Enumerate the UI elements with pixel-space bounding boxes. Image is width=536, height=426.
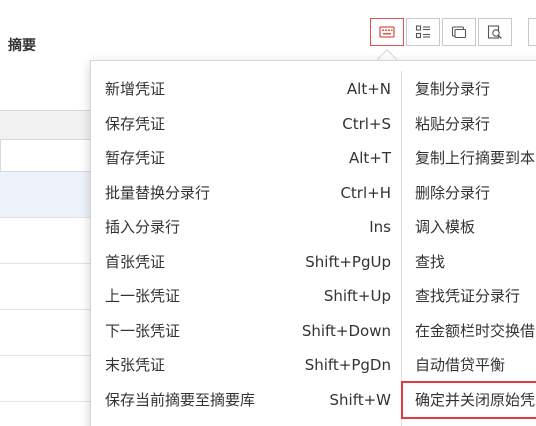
- menu-item-label: 新增凭证: [105, 80, 166, 98]
- menu-item-insert-row[interactable]: 插入分录行 Ins: [105, 210, 391, 244]
- preview-button[interactable]: [478, 18, 512, 46]
- menu-item-label: 首张凭证: [105, 252, 166, 271]
- menu-item-shortcut: Shift+PgUp: [305, 252, 391, 271]
- menu-item-shortcut: Ins: [369, 218, 391, 236]
- layout-button[interactable]: [406, 18, 440, 46]
- menu-item-shortcut: Alt+N: [346, 80, 391, 98]
- menu-item-label: 下一张凭证: [105, 321, 181, 340]
- voucher-toolbar: [370, 18, 536, 48]
- more-toolbar-button[interactable]: [528, 18, 536, 46]
- menu-item-previous-voucher[interactable]: 上一张凭证 Shift+Up: [105, 279, 391, 313]
- menu-item-label: 批量替换分录行: [105, 183, 211, 202]
- menu-item-swap-debit-credit[interactable]: 在金额栏时交换借: [415, 314, 536, 348]
- menu-item-shortcut: Shift+Up: [323, 287, 391, 305]
- menu-item-copy-row[interactable]: 复制分录行: [415, 72, 536, 106]
- menu-item-copy-summary-above[interactable]: 复制上行摘要到本: [415, 141, 536, 175]
- menu-item-shortcut: Alt+T: [348, 149, 391, 167]
- menu-item-find[interactable]: 查找: [415, 245, 536, 279]
- search-preview-icon: [487, 25, 502, 39]
- menu-item-find-voucher-row[interactable]: 查找凭证分录行: [415, 279, 536, 313]
- menu-item-shortcut: Shift+W: [329, 391, 392, 409]
- menu-item-draft-voucher[interactable]: 暂存凭证 Alt+T: [105, 141, 391, 175]
- menu-item-shortcut: Ctrl+H: [340, 183, 391, 202]
- shortcut-menu: 新增凭证 Alt+N 保存凭证 Ctrl+S 暂存凭证 Alt+T 批量替换分录…: [90, 60, 536, 426]
- menu-item-confirm-close-original[interactable]: 确定并关闭原始凭: [401, 381, 536, 419]
- menu-item-label: 末张凭证: [105, 356, 166, 374]
- menu-item-shortcut: Ctrl+S: [342, 114, 391, 133]
- menu-item-shortcut: Shift+PgDn: [304, 356, 391, 374]
- menu-column-divider: [401, 71, 402, 426]
- menu-item-shortcut: Shift+Down: [301, 321, 391, 340]
- menu-item-delete-row[interactable]: 删除分录行: [415, 176, 536, 210]
- menu-item-next-voucher[interactable]: 下一张凭证 Shift+Down: [105, 314, 391, 348]
- menu-item-label: 暂存凭证: [105, 149, 166, 167]
- menu-item-new-voucher[interactable]: 新增凭证 Alt+N: [105, 72, 391, 106]
- menu-item-last-voucher[interactable]: 末张凭证 Shift+PgDn: [105, 348, 391, 382]
- menu-item-batch-replace[interactable]: 批量替换分录行 Ctrl+H: [105, 176, 391, 210]
- keyboard-icon: [379, 26, 395, 38]
- menu-item-label: 插入分录行: [105, 218, 181, 236]
- menu-item-paste-row[interactable]: 粘贴分录行: [415, 107, 536, 141]
- column-header-summary[interactable]: 摘要: [8, 35, 36, 55]
- menu-item-label: 保存凭证: [105, 114, 166, 133]
- window-icon: [451, 26, 467, 39]
- menu-item-label: 保存当前摘要至摘要库: [105, 391, 256, 409]
- menu-item-save-summary[interactable]: 保存当前摘要至摘要库 Shift+W: [105, 383, 391, 417]
- menu-item-save-voucher[interactable]: 保存凭证 Ctrl+S: [105, 107, 391, 141]
- list-layout-icon: [415, 25, 430, 39]
- keyboard-shortcuts-button[interactable]: [370, 18, 404, 46]
- menu-item-auto-balance[interactable]: 自动借贷平衡: [415, 348, 536, 382]
- column-divider: [0, 140, 1, 172]
- menu-item-label: 上一张凭证: [105, 287, 181, 305]
- window-button[interactable]: [442, 18, 476, 46]
- menu-item-first-voucher[interactable]: 首张凭证 Shift+PgUp: [105, 245, 391, 279]
- menu-item-load-template[interactable]: 调入模板: [415, 210, 536, 244]
